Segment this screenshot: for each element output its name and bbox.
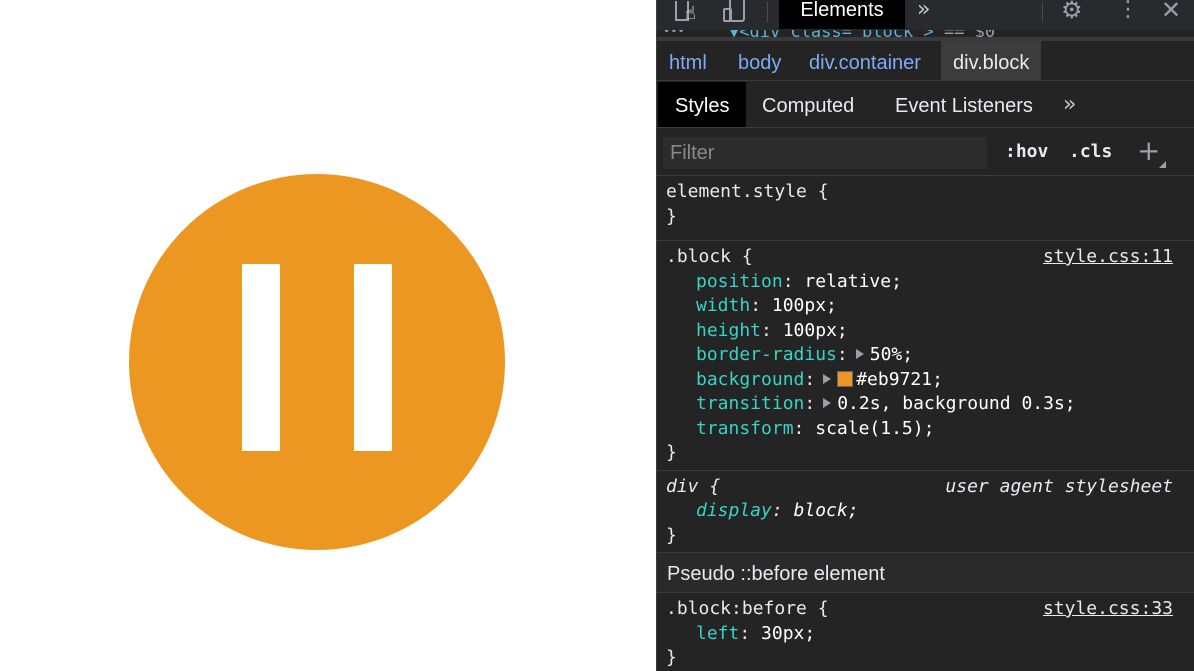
more-tabs-icon[interactable]: » [917,0,939,26]
declaration[interactable]: height: 100px; [666,319,1194,344]
rule-source-label: user agent stylesheet [945,475,1173,497]
pseudo-element-header: Pseudo ::before element [657,553,1194,593]
more-subtabs-icon[interactable]: » [1063,92,1076,117]
rule-element-style: element.style { } [657,176,1194,241]
declaration[interactable]: background: #eb9721; [666,368,1194,393]
page-viewport [0,0,656,671]
styles-subtabs: Styles Computed Event Listeners » [657,82,1194,128]
rule-close: } [666,442,677,463]
hov-button[interactable]: :hov [1005,141,1048,162]
toolbar-divider [767,2,768,22]
rule-source-link[interactable]: style.css:11 [1043,245,1173,270]
expand-triangle-icon[interactable] [823,373,832,384]
declaration[interactable]: left: 30px; [666,622,1194,647]
styles-filter-bar: :hov .cls + [657,129,1194,176]
declaration: display: block; [696,500,859,521]
rule-selector: div { [666,475,721,497]
tab-computed[interactable]: Computed [745,82,871,127]
declaration[interactable]: transition: 0.2s, background 0.3s; [666,392,1194,417]
kebab-menu-icon[interactable]: ⋮ [1117,0,1139,26]
pause-button[interactable] [129,174,505,550]
declaration[interactable]: border-radius: 50%; [666,343,1194,368]
breadcrumb-html[interactable]: html [657,41,719,81]
breadcrumb-div-container[interactable]: div.container [797,41,933,81]
toolbar-divider [1042,2,1043,22]
expand-triangle-icon[interactable] [823,398,832,408]
expand-triangle-icon[interactable] [855,349,864,359]
close-icon[interactable]: ✕ [1161,0,1185,26]
dropdown-corner-icon [1159,161,1166,168]
new-style-rule-icon[interactable]: + [1137,134,1160,167]
gear-icon[interactable]: ⚙ [1061,0,1089,26]
declaration[interactable]: position: relative; [666,270,1194,295]
rule-close: } [666,205,677,227]
breadcrumb-body[interactable]: body [726,41,793,81]
rule-block-before: .block:before { style.css:33 left: 30px;… [657,593,1194,671]
tab-styles[interactable]: Styles [658,82,747,127]
tab-event-listeners[interactable]: Event Listeners [878,82,1050,127]
breadcrumb: html body div.container div.block [657,41,1194,81]
rule-source-link[interactable]: style.css:33 [1043,597,1173,622]
pause-bar-right [354,264,392,451]
device-toolbar-icon[interactable] [721,0,749,26]
pause-bar-left [242,264,280,451]
rule-selector[interactable]: element.style { [666,180,1194,205]
cls-button[interactable]: .cls [1069,141,1112,162]
rule-selector[interactable]: .block { [666,246,753,267]
declaration[interactable]: width: 100px; [666,294,1194,319]
rule-block: .block { style.css:11 position: relative… [657,241,1194,471]
devtools-toolbar: ☝ Elements » ⚙ ⋮ ✕ [657,0,1194,30]
devtools-panel: ☝ Elements » ⚙ ⋮ ✕ ••• ▼<div class="bloc… [656,0,1194,671]
declaration[interactable]: transform: scale(1.5); [666,417,1194,442]
styles-pane: element.style { } .block { style.css:11 … [657,176,1194,671]
rule-close: } [666,647,677,668]
filter-input[interactable] [663,137,987,169]
rule-selector[interactable]: .block:before { [666,598,829,619]
tab-elements[interactable]: Elements [779,0,905,29]
breadcrumb-div-block[interactable]: div.block [941,41,1042,81]
rule-close: } [666,524,677,546]
inspect-element-icon[interactable]: ☝ [671,0,697,26]
rule-div-user-agent: div { user agent stylesheet display: blo… [657,471,1194,553]
color-swatch[interactable] [837,370,854,387]
